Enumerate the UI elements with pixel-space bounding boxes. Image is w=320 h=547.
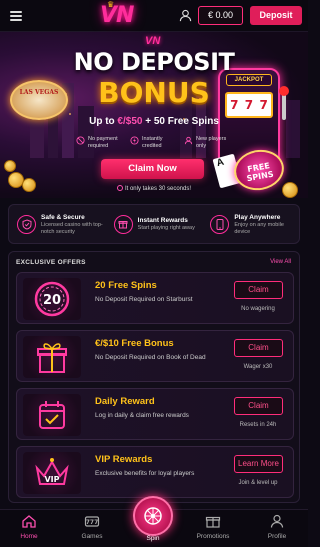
spin-wheel-icon	[144, 507, 162, 525]
feature-title: Instant Rewards	[137, 217, 188, 224]
claim-free-spins-button[interactable]: Claim	[234, 281, 283, 299]
shield-icon	[17, 214, 36, 234]
hero-note: It only takes 30 seconds!	[0, 185, 308, 192]
spin-button[interactable]	[133, 496, 173, 536]
feature-safe-secure: Safe & Secure Licensed casino with top-no…	[9, 213, 106, 236]
nav-label: Promotions	[196, 533, 230, 540]
offer-description: No Deposit Required on Book of Dead	[95, 354, 206, 361]
icon-text: 20	[43, 293, 61, 308]
nav-label: Profile	[267, 533, 287, 540]
badge-label: No payment required	[88, 136, 118, 149]
exclusive-offers-panel: EXCLUSIVE OFFERS View All 20 20 Free Spi…	[8, 251, 300, 503]
calendar-icon	[23, 394, 81, 436]
offer-condition: No wagering	[241, 306, 275, 312]
claim-now-button[interactable]: Claim Now	[101, 159, 204, 179]
hero-badge: New players only	[184, 136, 230, 150]
feature-text: Start playing right away	[137, 225, 195, 231]
games-icon: 777	[84, 516, 100, 527]
phone-icon	[210, 214, 230, 234]
feature-instant-rewards: Instant Rewards Start playing right away	[106, 214, 203, 234]
offer-card-free-bonus: €/$10 Free Bonus No Deposit Required on …	[16, 330, 294, 382]
instant-credit-icon	[130, 136, 139, 145]
hero-subtitle: BONUS	[98, 76, 210, 109]
feature-title: Safe & Secure	[41, 213, 85, 221]
hero-banner: LAS VEGAS JACKPOT 7 7 7 A FREE SPINS VN …	[0, 32, 308, 198]
features-bar: Safe & Secure Licensed casino with top-no…	[8, 204, 300, 244]
hero-badge: Instantly credited	[130, 136, 176, 150]
feature-title: Play Anywhere	[234, 213, 281, 221]
offer-description: Exclusive benefits for loyal players	[95, 470, 195, 477]
nav-profile[interactable]: Profile	[252, 514, 302, 540]
offers-heading: EXCLUSIVE OFFERS	[16, 259, 86, 266]
offer-suffix: + 50 Free Spins	[142, 116, 219, 127]
nav-label: Home	[20, 533, 38, 540]
logo-text: VN	[100, 3, 134, 28]
learn-more-vip-button[interactable]: Learn More	[234, 455, 283, 473]
home-icon	[22, 515, 36, 528]
gift-icon	[113, 214, 133, 234]
offer-card-free-spins: 20 20 Free Spins No Deposit Required on …	[16, 272, 294, 324]
crown-icon: ♛	[107, 0, 114, 9]
gift-box-icon	[23, 336, 81, 378]
feature-text: Enjoy on any mobile device	[234, 221, 284, 235]
offer-title: VIP Rewards	[95, 454, 153, 465]
promotions-gift-icon	[205, 516, 221, 528]
hero-title: NO DEPOSIT	[73, 48, 235, 76]
profile-icon	[270, 514, 284, 528]
offer-description: No Deposit Required on Starburst	[95, 296, 193, 303]
nav-label: Games	[81, 533, 103, 540]
hero-badges: No payment required Instantly credited N…	[76, 136, 230, 150]
offer-condition: Wager x30	[243, 364, 273, 370]
coin-icon	[4, 160, 16, 172]
nav-home[interactable]: Home	[4, 514, 54, 540]
card-rank: A	[215, 156, 226, 170]
balance-display[interactable]: € 0.00	[198, 6, 243, 25]
offer-condition: Resets in 24h	[239, 422, 277, 428]
crown-vip-icon: VIP	[23, 452, 81, 494]
view-all-link[interactable]: View All	[270, 259, 291, 265]
icon-text: VIP	[44, 475, 59, 484]
offer-prefix: Up to	[89, 116, 118, 127]
claim-daily-reward-button[interactable]: Claim	[234, 397, 283, 415]
brand-logo[interactable]: ♛ VN	[100, 0, 134, 28]
offer-condition: Join & level up	[238, 480, 278, 486]
offer-card-daily-reward: Daily Reward Log in daily & claim free r…	[16, 388, 294, 440]
hamburger-menu-icon[interactable]	[10, 11, 22, 21]
badge-label: Instantly credited	[142, 136, 163, 149]
offer-amount: €/$50	[117, 116, 143, 127]
badge-label: New players only	[196, 136, 227, 149]
feature-play-anywhere: Play Anywhere Enjoy on any mobile device	[202, 213, 299, 236]
note-text: It only takes 30 seconds!	[124, 186, 192, 192]
clock-icon	[116, 185, 123, 191]
offer-description: Log in daily & claim free rewards	[95, 412, 189, 419]
hero-badge: No payment required	[76, 136, 122, 150]
user-icon[interactable]	[179, 9, 192, 22]
spins-20-icon: 20	[23, 278, 81, 320]
claim-free-bonus-button[interactable]: Claim	[234, 339, 283, 357]
nav-games[interactable]: 777 Games	[67, 514, 117, 540]
hero-offer-text: Up to €/$50 + 50 Free Spins	[0, 116, 308, 127]
top-header: ♛ VN € 0.00 Deposit	[0, 0, 308, 32]
bottom-navigation: Home 777 Games Spin Promotions Profile	[0, 496, 308, 547]
hero-logo: VN	[145, 35, 161, 47]
deposit-button[interactable]: Deposit	[250, 6, 302, 25]
new-player-icon	[184, 136, 193, 145]
nav-promotions[interactable]: Promotions	[188, 514, 238, 540]
spin-label: Spin	[146, 535, 160, 542]
no-payment-icon	[76, 136, 85, 145]
offer-title: Daily Reward	[95, 396, 155, 407]
offer-title: €/$10 Free Bonus	[95, 338, 174, 349]
offer-card-vip: VIP VIP Rewards Exclusive benefits for l…	[16, 446, 294, 498]
svg-text:777: 777	[86, 519, 99, 526]
offer-title: 20 Free Spins	[95, 280, 157, 291]
feature-text: Licensed casino with top-notch security	[41, 221, 103, 235]
